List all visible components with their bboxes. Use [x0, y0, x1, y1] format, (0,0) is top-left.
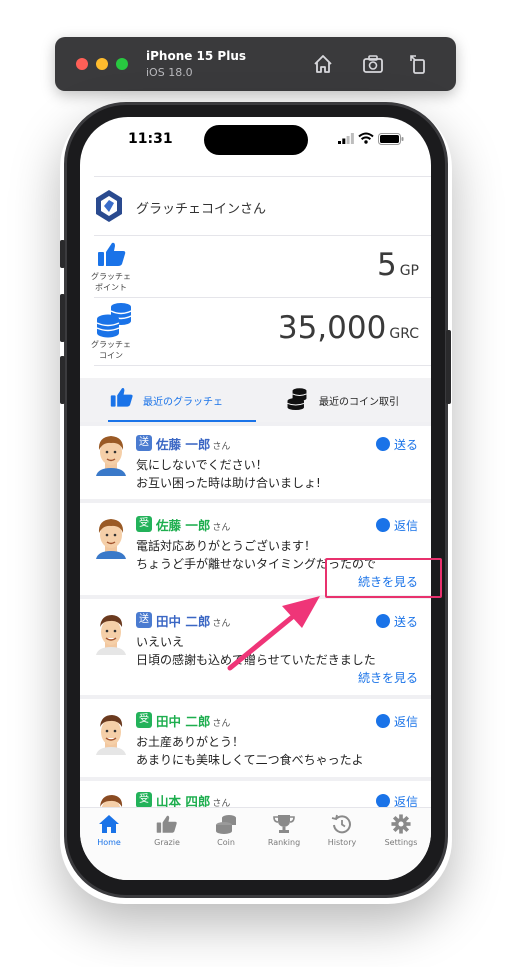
- annotation-arrow: [227, 596, 320, 671]
- screenshot-stage: iPhone 15 Plus iOS 18.0 11:31 グラッチェコインさん…: [0, 0, 511, 967]
